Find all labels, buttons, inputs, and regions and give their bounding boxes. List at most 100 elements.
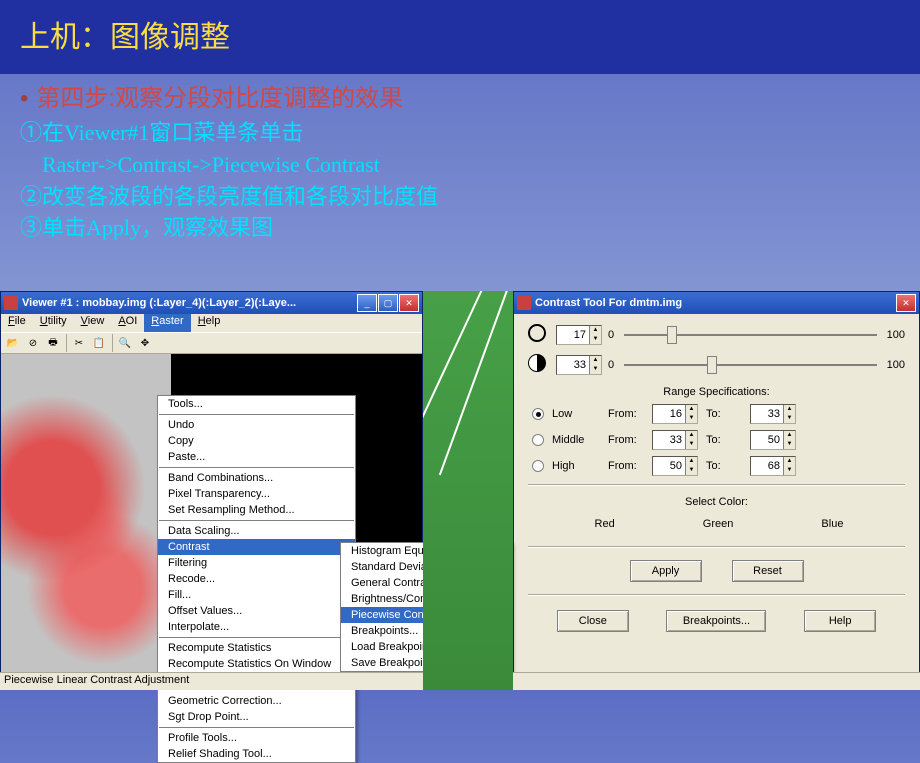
menu-item[interactable]: Recompute Statistics On Window <box>158 656 355 672</box>
menu-item[interactable]: Contrast▸ <box>158 539 355 555</box>
instruction-line: ③单击Apply，观察效果图 <box>20 212 900 244</box>
menu-item[interactable]: Fill... <box>158 587 355 603</box>
satellite-image <box>1 354 171 689</box>
from-value[interactable] <box>653 405 685 423</box>
spin-up-icon[interactable]: ▲ <box>783 431 795 440</box>
spin-up-icon[interactable]: ▲ <box>685 405 697 414</box>
menu-item[interactable]: Offset Values... <box>158 603 355 619</box>
close-button[interactable]: ✕ <box>399 294 419 312</box>
from-spinner[interactable]: ▲▼ <box>652 456 698 476</box>
help-button[interactable]: Help <box>804 610 876 632</box>
contrast-slider[interactable]: 0 100 <box>608 359 905 371</box>
breakpoints-button[interactable]: Breakpoints... <box>666 610 766 632</box>
menu-item[interactable]: Paste... <box>158 449 355 465</box>
range-row-low: LowFrom:▲▼To:▲▼ <box>528 404 905 424</box>
color-option-red[interactable]: Red <box>590 518 615 530</box>
slider-min: 0 <box>608 359 614 371</box>
menu-item[interactable]: Copy <box>158 433 355 449</box>
contrast-icon <box>528 354 550 376</box>
toolbar-open-icon[interactable]: 📂 <box>3 334 23 352</box>
spin-down-icon[interactable]: ▼ <box>685 466 697 475</box>
to-spinner[interactable]: ▲▼ <box>750 404 796 424</box>
menu-item[interactable]: Set Resampling Method... <box>158 502 355 518</box>
slider-thumb[interactable] <box>707 356 717 374</box>
apply-button[interactable]: Apply <box>630 560 702 582</box>
close-button[interactable]: ✕ <box>896 294 916 312</box>
maximize-button[interactable]: ▢ <box>378 294 398 312</box>
from-value[interactable] <box>653 457 685 475</box>
spin-down-icon[interactable]: ▼ <box>783 414 795 423</box>
reset-button[interactable]: Reset <box>732 560 804 582</box>
contrast-titlebar[interactable]: Contrast Tool For dmtm.img ✕ <box>514 292 919 314</box>
range-radio[interactable] <box>532 460 544 472</box>
toolbar-pan-icon[interactable]: ✥ <box>135 334 155 352</box>
color-option-green[interactable]: Green <box>698 518 734 530</box>
menu-item[interactable]: Interpolate... <box>158 619 355 635</box>
spin-down-icon[interactable]: ▼ <box>783 440 795 449</box>
menu-item[interactable]: Undo <box>158 417 355 433</box>
menu-item[interactable]: Tools... <box>158 396 355 412</box>
to-spinner[interactable]: ▲▼ <box>750 430 796 450</box>
brightness-value[interactable] <box>557 326 589 344</box>
menu-aoi[interactable]: AOI <box>111 314 144 332</box>
to-spinner[interactable]: ▲▼ <box>750 456 796 476</box>
viewer-canvas[interactable]: Tools... UndoCopyPaste... Band Combination… <box>1 354 422 689</box>
menu-utility[interactable]: Utility <box>33 314 74 332</box>
spin-up-icon[interactable]: ▲ <box>589 326 601 335</box>
menu-item[interactable]: Sgt Drop Point... <box>158 709 355 725</box>
spin-down-icon[interactable]: ▼ <box>685 414 697 423</box>
spin-up-icon[interactable]: ▲ <box>783 457 795 466</box>
to-value[interactable] <box>751 457 783 475</box>
menu-separator <box>159 727 354 728</box>
slider-min: 0 <box>608 329 614 341</box>
toolbar-zoom-icon[interactable]: 🔍 <box>115 334 135 352</box>
contrast-tool-window: Contrast Tool For dmtm.img ✕ ▲▼ 0 100 <box>513 291 920 690</box>
menu-item[interactable]: Data Scaling... <box>158 523 355 539</box>
brightness-spinner[interactable]: ▲▼ <box>556 325 602 345</box>
menu-help[interactable]: Help <box>191 314 228 332</box>
contrast-spinner[interactable]: ▲▼ <box>556 355 602 375</box>
color-option-blue[interactable]: Blue <box>816 518 843 530</box>
toolbar-cut-icon[interactable]: ✂ <box>69 334 89 352</box>
slider-thumb[interactable] <box>667 326 677 344</box>
bullet-icon: • <box>20 85 28 112</box>
spin-down-icon[interactable]: ▼ <box>685 440 697 449</box>
spin-up-icon[interactable]: ▲ <box>783 405 795 414</box>
menu-file[interactable]: File <box>1 314 33 332</box>
toolbar-close-icon[interactable]: ⊘ <box>23 334 43 352</box>
close-dialog-button[interactable]: Close <box>557 610 629 632</box>
viewer-titlebar[interactable]: Viewer #1 : mobbay.img (:Layer_4)(:Layer… <box>1 292 422 314</box>
range-radio[interactable] <box>532 434 544 446</box>
menu-item[interactable]: Relief Shading Tool... <box>158 746 355 762</box>
menu-separator <box>159 637 354 638</box>
from-spinner[interactable]: ▲▼ <box>652 430 698 450</box>
menu-item[interactable]: Recompute Statistics <box>158 640 355 656</box>
brightness-slider[interactable]: 0 100 <box>608 329 905 341</box>
divider <box>528 484 905 486</box>
menu-item[interactable]: Band Combinations... <box>158 470 355 486</box>
menu-raster[interactable]: Raster <box>144 314 190 332</box>
spin-down-icon[interactable]: ▼ <box>783 466 795 475</box>
from-value[interactable] <box>653 431 685 449</box>
spin-up-icon[interactable]: ▲ <box>685 431 697 440</box>
to-value[interactable] <box>751 405 783 423</box>
menu-item[interactable]: Pixel Transparency... <box>158 486 355 502</box>
color-label: Blue <box>821 518 843 530</box>
menu-item[interactable]: Profile Tools... <box>158 730 355 746</box>
contrast-value[interactable] <box>557 356 589 374</box>
toolbar-paste-icon[interactable]: 📋 <box>89 334 109 352</box>
to-value[interactable] <box>751 431 783 449</box>
spin-down-icon[interactable]: ▼ <box>589 335 601 344</box>
menu-item[interactable]: Recode... <box>158 571 355 587</box>
menu-view[interactable]: View <box>74 314 112 332</box>
spin-down-icon[interactable]: ▼ <box>589 365 601 374</box>
minimize-button[interactable]: _ <box>357 294 377 312</box>
from-spinner[interactable]: ▲▼ <box>652 404 698 424</box>
spin-up-icon[interactable]: ▲ <box>685 457 697 466</box>
spin-up-icon[interactable]: ▲ <box>589 356 601 365</box>
menu-item[interactable]: Geometric Correction... <box>158 693 355 709</box>
range-radio[interactable] <box>532 408 544 420</box>
from-label: From: <box>608 408 644 420</box>
toolbar-print-icon[interactable]: 🖶 <box>43 334 63 352</box>
menu-item[interactable]: Filtering▸ <box>158 555 355 571</box>
